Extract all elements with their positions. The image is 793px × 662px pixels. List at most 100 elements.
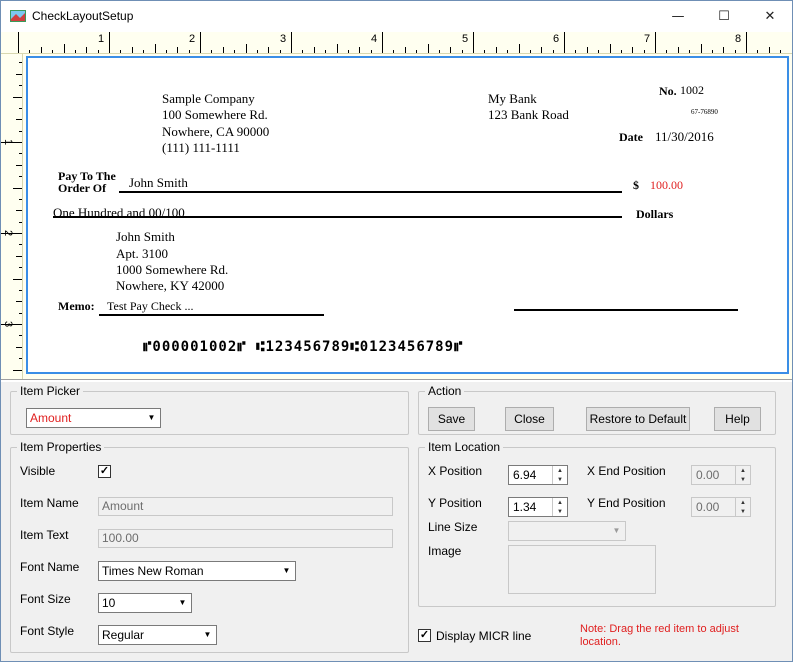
company-name[interactable]: Sample Company	[162, 91, 255, 107]
y-end-position-spinner[interactable]: 0.00 ▲ ▼	[691, 497, 751, 517]
maximize-button[interactable]: ☐	[701, 1, 747, 32]
check-date[interactable]: 11/30/2016	[655, 129, 714, 145]
item-picker-select[interactable]: Amount ▼	[26, 408, 161, 428]
ruler-label: 3	[2, 320, 15, 328]
chevron-down-icon: ▼	[608, 522, 625, 540]
signature-line[interactable]	[514, 309, 738, 311]
item-picker-group: Item Picker Amount ▼	[10, 384, 409, 435]
ruler-label: 1	[2, 138, 15, 146]
chevron-down-icon: ▼	[278, 562, 295, 580]
company-phone[interactable]: (111) 111-1111	[162, 140, 240, 156]
amount-words-line	[53, 216, 622, 218]
company-address-2[interactable]: Nowhere, CA 90000	[162, 124, 269, 140]
ruler-label: 6	[553, 33, 560, 45]
display-micr-checkbox[interactable]: ✓	[418, 629, 431, 642]
routing-fraction[interactable]: 67-76890	[691, 108, 718, 116]
bank-address[interactable]: 123 Bank Road	[488, 107, 569, 123]
payee-address-3[interactable]: 1000 Somewhere Rd.	[116, 262, 228, 278]
restore-default-button[interactable]: Restore to Default	[586, 407, 690, 431]
amount-in-words[interactable]: One Hundred and 00/100	[53, 205, 185, 221]
payee-address-4[interactable]: Nowhere, KY 42000	[116, 278, 224, 294]
payee-name[interactable]: John Smith	[129, 175, 188, 191]
pay-to-label: Pay To The Order Of	[58, 170, 116, 194]
memo-label: Memo:	[58, 299, 95, 313]
save-button[interactable]: Save	[428, 407, 475, 431]
spinner-arrows-icon[interactable]: ▲ ▼	[552, 498, 567, 516]
dollars-label: Dollars	[636, 207, 674, 221]
item-picker-value: Amount	[30, 411, 72, 425]
minimize-button[interactable]: —	[655, 1, 701, 32]
font-style-label: Font Style	[20, 624, 75, 638]
payee-address-2[interactable]: Apt. 3100	[116, 246, 168, 262]
pay-to-label-line2: Order Of	[58, 181, 107, 195]
help-button[interactable]: Help	[714, 407, 761, 431]
y-position-label: Y Position	[428, 496, 482, 510]
font-size-select[interactable]: 10 ▼	[98, 593, 192, 613]
chevron-down-icon: ▼	[199, 626, 216, 644]
spinner-arrows-icon[interactable]: ▲ ▼	[735, 498, 750, 516]
line-size-label: Line Size	[428, 520, 478, 534]
maximize-icon: ☐	[718, 9, 730, 24]
spinner-arrows-icon[interactable]: ▲ ▼	[552, 466, 567, 484]
payee-address-1[interactable]: John Smith	[116, 229, 175, 245]
horizontal-ruler: 1 2 3 4 5 6 7 8	[1, 32, 792, 54]
action-group: Action Save Close Restore to Default Hel…	[418, 384, 776, 435]
check-layout-setup-window: CheckLayoutSetup — ☐ ✕ 1 2 3 4 5 6 7 8 1…	[0, 0, 793, 662]
item-properties-group: Item Properties Visible ✓ Item Name Amou…	[10, 440, 409, 653]
y-position-value: 1.34	[513, 500, 537, 514]
amount-field[interactable]: 100.00	[650, 178, 683, 193]
x-end-position-spinner[interactable]: 0.00 ▲ ▼	[691, 465, 751, 485]
ruler-ticks	[1, 62, 22, 371]
chevron-down-icon: ▼	[174, 594, 191, 612]
item-text-label: Item Text	[20, 528, 69, 542]
panel-splitter[interactable]	[1, 379, 792, 382]
item-picker-label: Item Picker	[17, 384, 84, 398]
close-button[interactable]: Close	[505, 407, 554, 431]
check-number[interactable]: 1002	[680, 83, 704, 98]
micr-line[interactable]: ⑈000001002⑈ ⑆123456789⑆0123456789⑈	[143, 339, 463, 355]
memo-line	[99, 314, 324, 316]
check-preview[interactable]: Sample Company 100 Somewhere Rd. Nowhere…	[26, 56, 789, 374]
note-text: Note: Drag the red item to adjust locati…	[580, 623, 739, 648]
visible-checkbox[interactable]: ✓	[98, 465, 111, 478]
date-label: Date	[619, 130, 643, 144]
window-title: CheckLayoutSetup	[32, 9, 134, 23]
ruler-label: 7	[644, 33, 651, 45]
ruler-label: 2	[2, 229, 15, 237]
x-end-position-value: 0.00	[696, 468, 720, 482]
close-window-button[interactable]: ✕	[747, 1, 792, 32]
dollar-sign: $	[633, 178, 639, 192]
action-label: Action	[425, 384, 465, 398]
x-position-value: 6.94	[513, 468, 537, 482]
ruler-label: 3	[280, 33, 287, 45]
item-location-group: Item Location X Position 6.94 ▲ ▼ X End P…	[418, 440, 776, 607]
minimize-icon: —	[671, 9, 685, 24]
image-label: Image	[428, 544, 462, 558]
font-style-select[interactable]: Regular ▼	[98, 625, 217, 645]
y-end-position-label: Y End Position	[587, 496, 666, 510]
company-address-1[interactable]: 100 Somewhere Rd.	[162, 107, 268, 123]
ruler-label: 8	[735, 33, 742, 45]
y-position-spinner[interactable]: 1.34 ▲ ▼	[508, 497, 568, 517]
spinner-arrows-icon[interactable]: ▲ ▼	[735, 466, 750, 484]
bank-name[interactable]: My Bank	[488, 91, 537, 107]
visible-label: Visible	[20, 464, 56, 478]
font-name-label: Font Name	[20, 560, 80, 574]
app-icon	[10, 10, 26, 22]
item-text-field[interactable]: 100.00	[98, 529, 393, 548]
display-micr-label[interactable]: Display MICR line	[436, 629, 531, 643]
image-preview-box[interactable]	[508, 545, 656, 594]
close-icon: ✕	[764, 9, 776, 24]
x-position-spinner[interactable]: 6.94 ▲ ▼	[508, 465, 568, 485]
ruler-label: 4	[371, 33, 378, 45]
line-size-select[interactable]: ▼	[508, 521, 626, 541]
x-end-position-label: X End Position	[587, 464, 666, 478]
payee-line	[119, 191, 622, 193]
item-name-field[interactable]: Amount	[98, 497, 393, 516]
item-location-label: Item Location	[425, 440, 504, 454]
ruler-ticks	[18, 32, 781, 53]
font-size-value: 10	[102, 596, 116, 610]
font-name-select[interactable]: Times New Roman ▼	[98, 561, 296, 581]
memo-text[interactable]: Test Pay Check ...	[107, 299, 193, 314]
chevron-down-icon: ▼	[143, 409, 160, 427]
